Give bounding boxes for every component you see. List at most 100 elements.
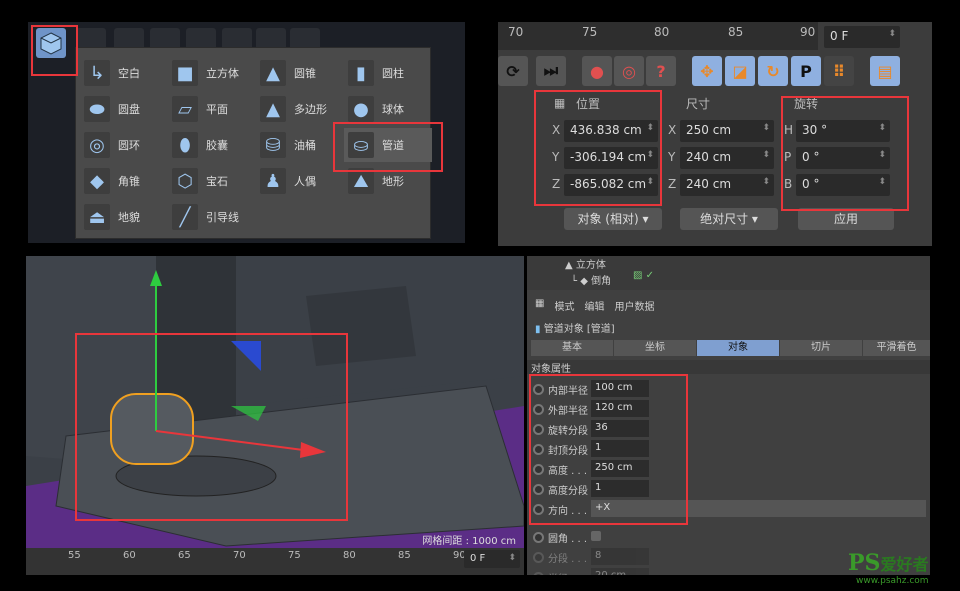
dropdown-label: 绝对尺寸 <box>700 212 749 226</box>
size-z-field[interactable]: 240 cm <box>680 174 774 196</box>
timeline-ruler[interactable]: 55 60 65 70 75 80 85 90 0 F <box>26 548 524 575</box>
sphere-icon: ● <box>348 96 374 122</box>
position-x-field[interactable]: 436.838 cm <box>564 120 658 142</box>
coordinate-mode-dropdown[interactable]: 对象 (相对) ▾ <box>564 208 662 230</box>
param-row: 封顶分段 <box>533 440 588 458</box>
menu-item-label: 平面 <box>206 103 228 116</box>
param-field[interactable]: +X <box>591 500 926 517</box>
param-field[interactable]: 1 <box>591 480 649 497</box>
tab-object[interactable]: 对象 <box>697 340 779 356</box>
menu-item-cylinder[interactable]: ▮ 圆柱 <box>344 56 432 90</box>
position-y-field[interactable]: -306.194 cm <box>564 147 658 169</box>
animate-radio[interactable] <box>533 551 544 563</box>
menu-item-oil-tank[interactable]: ⛁ 油桶 <box>256 128 344 162</box>
menu-item-platonic[interactable]: ⬡ 宝石 <box>168 164 256 198</box>
null-icon: ↳ <box>84 60 110 86</box>
param-field[interactable]: 250 cm <box>591 460 649 477</box>
frame-field[interactable]: 0 F <box>824 26 900 48</box>
param-field[interactable]: 1 <box>591 440 649 457</box>
go-to-end-icon[interactable]: ⏭ <box>536 56 566 86</box>
size-mode-dropdown[interactable]: 绝对尺寸 ▾ <box>680 208 778 230</box>
param-field[interactable]: 8 <box>591 548 649 565</box>
tab-slice[interactable]: 切片 <box>780 340 862 356</box>
help-icon[interactable]: ? <box>646 56 676 86</box>
parameter-icon[interactable]: P <box>791 56 821 86</box>
menu-item-disc[interactable]: ⬬ 圆盘 <box>80 92 168 126</box>
menu-item-capsule[interactable]: ⬮ 胶囊 <box>168 128 256 162</box>
menu-user-data[interactable]: 用户数据 <box>614 298 654 313</box>
param-label: 半径 <box>548 570 568 576</box>
menu-item-guide[interactable]: ╱ 引导线 <box>168 200 256 234</box>
menu-edit[interactable]: 编辑 <box>584 298 604 313</box>
plane-icon: ▱ <box>172 96 198 122</box>
point-level-icon[interactable]: ⠿ <box>824 56 854 86</box>
oil-tank-icon: ⛁ <box>260 132 286 158</box>
rotation-p-field[interactable]: 0 ° <box>796 147 890 169</box>
timeline-ruler[interactable]: 70 75 80 85 90 <box>498 22 818 50</box>
animate-radio[interactable] <box>533 443 544 455</box>
menu-item-landscape[interactable]: ⛰ 地形 <box>344 164 432 198</box>
animate-radio[interactable] <box>533 503 544 515</box>
menu-item-cone[interactable]: ▲ 圆锥 <box>256 56 344 90</box>
rotation-h-field[interactable]: 30 ° <box>796 120 890 142</box>
tube-object[interactable] <box>110 393 194 465</box>
animate-radio[interactable] <box>533 463 544 475</box>
menu-item-figure[interactable]: ♟ 人偶 <box>256 164 344 198</box>
apply-button[interactable]: 应用 <box>798 208 894 230</box>
fillet-checkbox[interactable] <box>591 531 601 541</box>
animate-radio[interactable] <box>533 531 544 543</box>
menu-item-sphere[interactable]: ● 球体 <box>344 92 432 126</box>
menu-item-relief[interactable]: ⏏ 地貌 <box>80 200 168 234</box>
ruler-tick: 85 <box>398 550 411 561</box>
tab-coord[interactable]: 坐标 <box>614 340 696 356</box>
menu-item-pyramid[interactable]: ◆ 角锥 <box>80 164 168 198</box>
tree-item-cube[interactable]: ▲ 立方体 <box>565 256 606 271</box>
record-keys-icon[interactable]: ● <box>582 56 612 86</box>
position-z-field[interactable]: -865.082 cm <box>564 174 658 196</box>
rotate-icon[interactable]: ↻ <box>758 56 788 86</box>
param-label: 高度分段 <box>548 485 588 497</box>
animate-radio[interactable] <box>533 423 544 435</box>
check-icon[interactable]: ▨ ✓ <box>633 270 654 281</box>
film-icon[interactable]: ▤ <box>870 56 900 86</box>
size-y-field[interactable]: 240 cm <box>680 147 774 169</box>
tab-phong[interactable]: 平滑着色(Phon <box>863 340 930 356</box>
cube-icon: ■ <box>172 60 198 86</box>
section-header: 对象属性 <box>527 360 930 375</box>
scale-icon[interactable]: ◪ <box>725 56 755 86</box>
rotation-header: 旋转 <box>794 97 819 111</box>
param-field[interactable]: 20 cm <box>591 568 649 575</box>
cube-tool-button[interactable] <box>36 28 66 58</box>
menu-item-torus[interactable]: ◎ 圆环 <box>80 128 168 162</box>
move-icon[interactable]: ✥ <box>692 56 722 86</box>
animate-radio[interactable] <box>533 571 544 575</box>
menu-item-polygon[interactable]: ▲ 多边形 <box>256 92 344 126</box>
tree-label: 立方体 <box>575 260 606 271</box>
menu-item-plane[interactable]: ▱ 平面 <box>168 92 256 126</box>
cone-icon: ▲ <box>260 60 286 86</box>
menu-item-cube[interactable]: ■ 立方体 <box>168 56 256 90</box>
pyramid-icon: ◆ <box>84 168 110 194</box>
size-x-field[interactable]: 250 cm <box>680 120 774 142</box>
menu-mode[interactable]: 模式 <box>554 298 574 313</box>
tree-item-bevel[interactable]: └ ◆ 倒角 <box>571 272 611 287</box>
tree-label: 倒角 <box>591 276 612 287</box>
animate-radio[interactable] <box>533 403 544 415</box>
param-field[interactable]: 100 cm <box>591 380 649 397</box>
param-field[interactable]: 120 cm <box>591 400 649 417</box>
autokey-icon[interactable]: ◎ <box>614 56 644 86</box>
menu-item-label: 圆盘 <box>118 103 140 116</box>
tab-basic[interactable]: 基本 <box>531 340 613 356</box>
landscape-icon: ⛰ <box>348 168 374 194</box>
frame-field[interactable]: 0 F <box>464 550 520 568</box>
param-field[interactable]: 36 <box>591 420 649 437</box>
menu-item-null[interactable]: ↳ 空白 <box>80 56 168 90</box>
3d-viewport[interactable]: 网格间距 : 1000 cm 55 60 65 70 75 80 85 90 0 F <box>26 256 524 575</box>
axis-label: B <box>784 177 793 191</box>
animate-radio[interactable] <box>533 383 544 395</box>
ruler-tick: 75 <box>582 25 598 39</box>
loop-icon[interactable]: ⟳ <box>498 56 528 86</box>
rotation-b-field[interactable]: 0 ° <box>796 174 890 196</box>
menu-item-tube[interactable]: ⛀ 管道 <box>344 128 432 162</box>
animate-radio[interactable] <box>533 483 544 495</box>
